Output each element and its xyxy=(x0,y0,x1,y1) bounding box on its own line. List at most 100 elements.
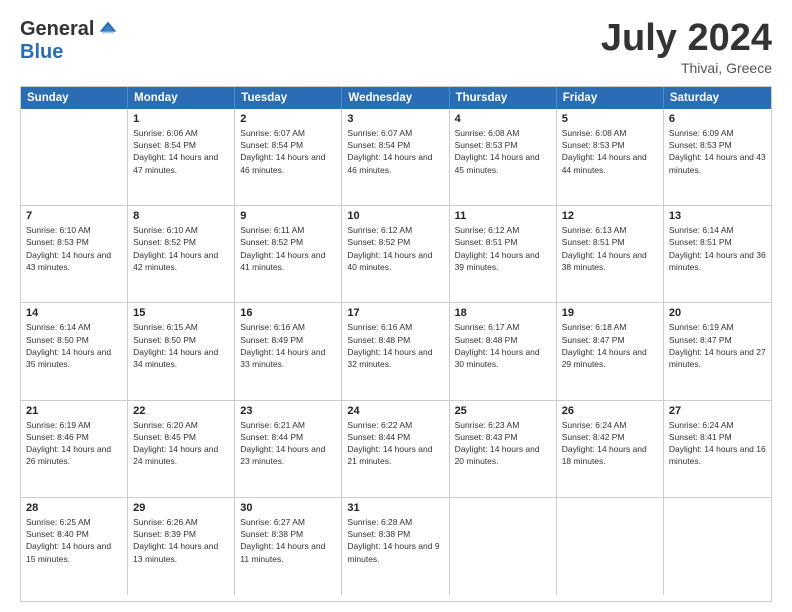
day-number: 16 xyxy=(240,307,336,319)
day-number: 24 xyxy=(347,405,443,417)
day-info: Sunrise: 6:14 AM Sunset: 8:50 PM Dayligh… xyxy=(26,321,122,370)
day-info: Sunrise: 6:14 AM Sunset: 8:51 PM Dayligh… xyxy=(669,224,766,273)
calendar-cell: 14 Sunrise: 6:14 AM Sunset: 8:50 PM Dayli… xyxy=(21,303,128,399)
day-info: Sunrise: 6:21 AM Sunset: 8:44 PM Dayligh… xyxy=(240,419,336,468)
location-subtitle: Thivai, Greece xyxy=(601,60,772,76)
calendar-cell: 4 Sunrise: 6:08 AM Sunset: 8:53 PM Daylig… xyxy=(450,109,557,205)
calendar-cell: 17Sunrise: 6:16 AM Sunset: 8:48 PM Dayli… xyxy=(342,303,449,399)
day-info: Sunrise: 6:11 AM Sunset: 8:52 PM Dayligh… xyxy=(240,224,336,273)
page: General Blue July 2024 Thivai, Greece Su… xyxy=(0,0,792,612)
day-number: 14 xyxy=(26,307,122,319)
header-thursday: Thursday xyxy=(450,87,557,109)
calendar-cell: 8 Sunrise: 6:10 AM Sunset: 8:52 PM Daylig… xyxy=(128,206,235,302)
day-number: 15 xyxy=(133,307,229,319)
header-tuesday: Tuesday xyxy=(235,87,342,109)
calendar-cell xyxy=(664,498,771,595)
day-number: 3 xyxy=(347,113,443,125)
day-info: Sunrise: 6:08 AM Sunset: 8:53 PM Dayligh… xyxy=(562,127,658,176)
calendar-cell: 27 Sunrise: 6:24 AM Sunset: 8:41 PM Dayli… xyxy=(664,401,771,497)
day-number: 6 xyxy=(669,113,766,125)
calendar-row-1: 1Sunrise: 6:06 AM Sunset: 8:54 PM Daylig… xyxy=(21,109,771,206)
calendar-cell: 1Sunrise: 6:06 AM Sunset: 8:54 PM Daylig… xyxy=(128,109,235,205)
calendar-cell: 23 Sunrise: 6:21 AM Sunset: 8:44 PM Dayli… xyxy=(235,401,342,497)
day-number: 25 xyxy=(455,405,551,417)
day-info: Sunrise: 6:15 AM Sunset: 8:50 PM Dayligh… xyxy=(133,321,229,370)
day-number: 23 xyxy=(240,405,336,417)
day-info: Sunrise: 6:20 AM Sunset: 8:45 PM Dayligh… xyxy=(133,419,229,468)
logo: General Blue xyxy=(20,18,118,64)
day-info: Sunrise: 6:19 AM Sunset: 8:47 PM Dayligh… xyxy=(669,321,766,370)
day-number: 9 xyxy=(240,210,336,222)
day-number: 18 xyxy=(455,307,551,319)
day-number: 26 xyxy=(562,405,658,417)
day-info: Sunrise: 6:25 AM Sunset: 8:40 PM Dayligh… xyxy=(26,516,122,565)
logo-general-text: General xyxy=(20,18,94,41)
calendar-cell: 5Sunrise: 6:08 AM Sunset: 8:53 PM Daylig… xyxy=(557,109,664,205)
day-number: 7 xyxy=(26,210,122,222)
calendar-cell: 29Sunrise: 6:26 AM Sunset: 8:39 PM Dayli… xyxy=(128,498,235,595)
header-sunday: Sunday xyxy=(21,87,128,109)
day-number: 8 xyxy=(133,210,229,222)
day-info: Sunrise: 6:26 AM Sunset: 8:39 PM Dayligh… xyxy=(133,516,229,565)
calendar-cell: 11Sunrise: 6:12 AM Sunset: 8:51 PM Dayli… xyxy=(450,206,557,302)
calendar-cell xyxy=(557,498,664,595)
day-info: Sunrise: 6:18 AM Sunset: 8:47 PM Dayligh… xyxy=(562,321,658,370)
day-info: Sunrise: 6:13 AM Sunset: 8:51 PM Dayligh… xyxy=(562,224,658,273)
day-info: Sunrise: 6:07 AM Sunset: 8:54 PM Dayligh… xyxy=(347,127,443,176)
calendar-row-5: 28 Sunrise: 6:25 AM Sunset: 8:40 PM Dayli… xyxy=(21,498,771,595)
logo-blue-text: Blue xyxy=(20,41,63,63)
calendar-cell: 3 Sunrise: 6:07 AM Sunset: 8:54 PM Daylig… xyxy=(342,109,449,205)
day-number: 4 xyxy=(455,113,551,125)
calendar-cell: 24Sunrise: 6:22 AM Sunset: 8:44 PM Dayli… xyxy=(342,401,449,497)
calendar-row-2: 7Sunrise: 6:10 AM Sunset: 8:53 PM Daylig… xyxy=(21,206,771,303)
day-info: Sunrise: 6:24 AM Sunset: 8:42 PM Dayligh… xyxy=(562,419,658,468)
day-info: Sunrise: 6:19 AM Sunset: 8:46 PM Dayligh… xyxy=(26,419,122,468)
day-number: 12 xyxy=(562,210,658,222)
calendar-cell: 9 Sunrise: 6:11 AM Sunset: 8:52 PM Daylig… xyxy=(235,206,342,302)
calendar-cell xyxy=(21,109,128,205)
calendar-cell: 6Sunrise: 6:09 AM Sunset: 8:53 PM Daylig… xyxy=(664,109,771,205)
calendar-cell: 30Sunrise: 6:27 AM Sunset: 8:38 PM Dayli… xyxy=(235,498,342,595)
day-number: 2 xyxy=(240,113,336,125)
day-number: 11 xyxy=(455,210,551,222)
day-info: Sunrise: 6:10 AM Sunset: 8:52 PM Dayligh… xyxy=(133,224,229,273)
calendar-row-3: 14 Sunrise: 6:14 AM Sunset: 8:50 PM Dayli… xyxy=(21,303,771,400)
calendar-cell: 20 Sunrise: 6:19 AM Sunset: 8:47 PM Dayli… xyxy=(664,303,771,399)
day-info: Sunrise: 6:16 AM Sunset: 8:49 PM Dayligh… xyxy=(240,321,336,370)
calendar: Sunday Monday Tuesday Wednesday Thursday… xyxy=(20,86,772,602)
calendar-cell: 22Sunrise: 6:20 AM Sunset: 8:45 PM Dayli… xyxy=(128,401,235,497)
day-number: 28 xyxy=(26,502,122,514)
calendar-cell: 7Sunrise: 6:10 AM Sunset: 8:53 PM Daylig… xyxy=(21,206,128,302)
day-number: 19 xyxy=(562,307,658,319)
day-number: 27 xyxy=(669,405,766,417)
day-info: Sunrise: 6:24 AM Sunset: 8:41 PM Dayligh… xyxy=(669,419,766,468)
day-info: Sunrise: 6:23 AM Sunset: 8:43 PM Dayligh… xyxy=(455,419,551,468)
title-block: July 2024 Thivai, Greece xyxy=(601,18,772,76)
day-number: 17 xyxy=(347,307,443,319)
calendar-body: 1Sunrise: 6:06 AM Sunset: 8:54 PM Daylig… xyxy=(21,109,771,595)
header-saturday: Saturday xyxy=(664,87,771,109)
day-info: Sunrise: 6:07 AM Sunset: 8:54 PM Dayligh… xyxy=(240,127,336,176)
calendar-cell: 15 Sunrise: 6:15 AM Sunset: 8:50 PM Dayli… xyxy=(128,303,235,399)
day-number: 21 xyxy=(26,405,122,417)
calendar-cell: 18Sunrise: 6:17 AM Sunset: 8:48 PM Dayli… xyxy=(450,303,557,399)
calendar-cell: 21 Sunrise: 6:19 AM Sunset: 8:46 PM Dayli… xyxy=(21,401,128,497)
calendar-row-4: 21 Sunrise: 6:19 AM Sunset: 8:46 PM Dayli… xyxy=(21,401,771,498)
calendar-cell: 2 Sunrise: 6:07 AM Sunset: 8:54 PM Daylig… xyxy=(235,109,342,205)
header-wednesday: Wednesday xyxy=(342,87,449,109)
calendar-cell: 25 Sunrise: 6:23 AM Sunset: 8:43 PM Dayli… xyxy=(450,401,557,497)
calendar-header: Sunday Monday Tuesday Wednesday Thursday… xyxy=(21,87,771,109)
calendar-cell: 31Sunrise: 6:28 AM Sunset: 8:38 PM Dayli… xyxy=(342,498,449,595)
day-number: 20 xyxy=(669,307,766,319)
calendar-cell xyxy=(450,498,557,595)
month-title: July 2024 xyxy=(601,18,772,60)
calendar-cell: 26 Sunrise: 6:24 AM Sunset: 8:42 PM Dayli… xyxy=(557,401,664,497)
day-info: Sunrise: 6:28 AM Sunset: 8:38 PM Dayligh… xyxy=(347,516,443,565)
header-friday: Friday xyxy=(557,87,664,109)
day-number: 13 xyxy=(669,210,766,222)
header-monday: Monday xyxy=(128,87,235,109)
day-info: Sunrise: 6:08 AM Sunset: 8:53 PM Dayligh… xyxy=(455,127,551,176)
day-number: 1 xyxy=(133,113,229,125)
calendar-cell: 28 Sunrise: 6:25 AM Sunset: 8:40 PM Dayli… xyxy=(21,498,128,595)
logo-icon xyxy=(98,20,118,40)
